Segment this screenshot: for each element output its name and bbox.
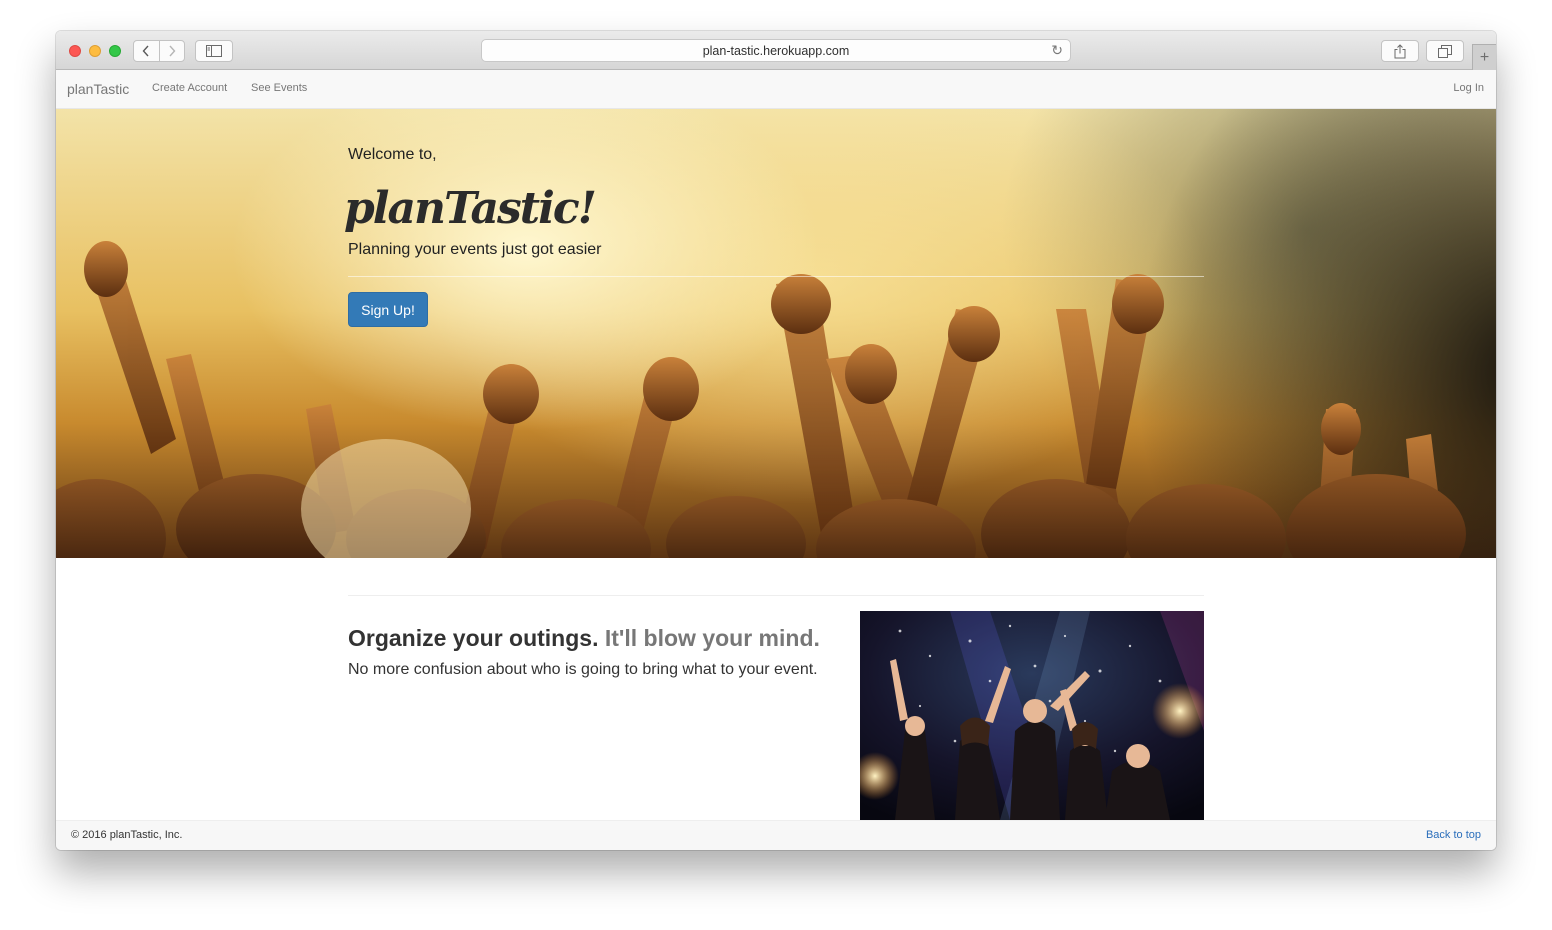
share-button[interactable]: [1381, 40, 1419, 62]
navbar-brand[interactable]: planTastic: [67, 81, 129, 97]
footer-copyright: © 2016 planTastic, Inc.: [71, 829, 183, 841]
new-tab-button[interactable]: +: [1472, 44, 1496, 70]
chevron-left-icon: [143, 45, 150, 57]
chevron-right-icon: [169, 45, 176, 57]
browser-titlebar: plan-tastic.herokuapp.com ↻ +: [56, 31, 1496, 70]
nav-link-log-in[interactable]: Log In: [1453, 82, 1484, 94]
forward-button[interactable]: [158, 41, 184, 61]
address-bar[interactable]: plan-tastic.herokuapp.com ↻: [481, 39, 1071, 62]
feature-heading: Organize your outings. It'll blow your m…: [348, 625, 820, 652]
feature-heading-strong: Organize your outings.: [348, 625, 599, 651]
tabs-overview-icon: [1438, 44, 1452, 58]
minimize-window-icon[interactable]: [89, 45, 101, 57]
back-to-top-link[interactable]: Back to top: [1426, 829, 1481, 841]
zoom-window-icon[interactable]: [109, 45, 121, 57]
party-photo: [860, 611, 1204, 820]
hero-welcome-text: Welcome to,: [348, 146, 437, 163]
hero-tagline: Planning your events just got easier: [348, 241, 602, 258]
section-divider: [348, 595, 1204, 596]
feature-description: No more confusion about who is going to …: [348, 661, 818, 678]
sign-up-button[interactable]: Sign Up!: [348, 292, 428, 327]
browser-window: plan-tastic.herokuapp.com ↻ + planTastic…: [56, 31, 1496, 850]
sidebar-icon: [206, 45, 222, 57]
show-tabs-button[interactable]: [1426, 40, 1464, 62]
history-nav-group: [133, 40, 185, 62]
nav-link-see-events[interactable]: See Events: [251, 82, 307, 94]
plus-icon: +: [1479, 48, 1490, 66]
back-button[interactable]: [134, 41, 159, 61]
party-people-image: [860, 611, 1204, 820]
reload-icon[interactable]: ↻: [1051, 42, 1063, 59]
nav-link-create-account[interactable]: Create Account: [152, 82, 227, 94]
feature-heading-muted: It'll blow your mind.: [604, 625, 820, 651]
site-navbar: planTastic Create Account See Events Log…: [56, 70, 1496, 109]
hero-title: planTastic!: [344, 183, 597, 234]
site-footer: © 2016 planTastic, Inc. Back to top: [56, 820, 1496, 850]
concert-crowd-image: [56, 241, 1466, 558]
hero-divider: [348, 276, 1204, 277]
hero-jumbotron: Welcome to, planTastic! Planning your ev…: [56, 109, 1496, 558]
address-bar-url: plan-tastic.herokuapp.com: [702, 43, 850, 58]
share-icon: [1394, 43, 1406, 58]
sidebar-button[interactable]: [195, 40, 233, 62]
close-window-icon[interactable]: [69, 45, 81, 57]
